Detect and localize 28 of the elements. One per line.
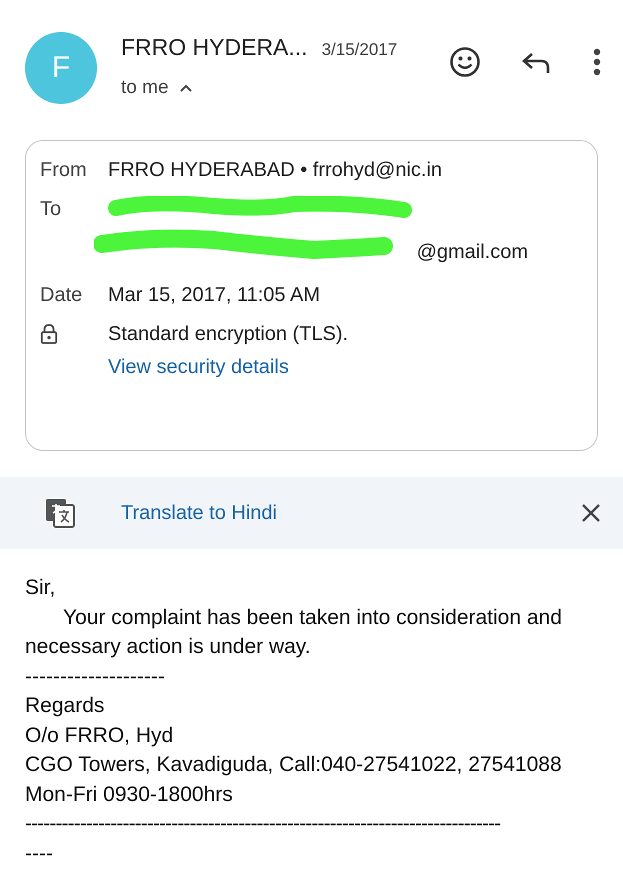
body-line: O/o FRRO, Hyd [25,722,174,748]
encryption-text: Standard encryption (TLS). [108,323,348,346]
email-date: 3/15/2017 [322,40,398,60]
body-line: ---- [25,840,54,866]
body-line: Regards [25,693,106,719]
emoji-icon[interactable] [449,46,481,78]
sender-avatar: F [25,32,97,104]
to-email: @gmail.com [416,241,528,265]
recipient-toggle[interactable]: to me [121,77,193,99]
from-value: FRRO HYDERABAD • frrohyd@nic.in [108,159,442,182]
sender-name: FRRO HYDERA... [121,34,308,61]
translate-icon [44,497,76,529]
body-line: Sir, [25,575,56,601]
translate-button[interactable]: Translate to Hindi [121,502,277,524]
reply-icon[interactable] [521,51,551,75]
body-line: CGO Towers, Kavadiguda, Call:040-27541022, 27541088 Mon-Fri 0930-1800hrs [25,752,563,808]
caret-icon [178,83,193,93]
from-label: From [40,159,88,182]
close-icon[interactable] [581,503,601,523]
dash-divider: ------------------------------------------------------------------------------ [25,811,502,837]
to-label: To [40,198,62,221]
more-icon[interactable] [593,48,601,76]
body-line: -------------------- [25,664,166,690]
date-value: Mar 15, 2017, 11:05 AM [108,284,320,307]
security-link[interactable]: View security details [108,356,289,379]
lock-icon [40,323,58,345]
body-paragraph: Your complaint has been taken into consideration and necessary action is under way. [25,604,563,660]
date-label: Date [40,284,84,307]
